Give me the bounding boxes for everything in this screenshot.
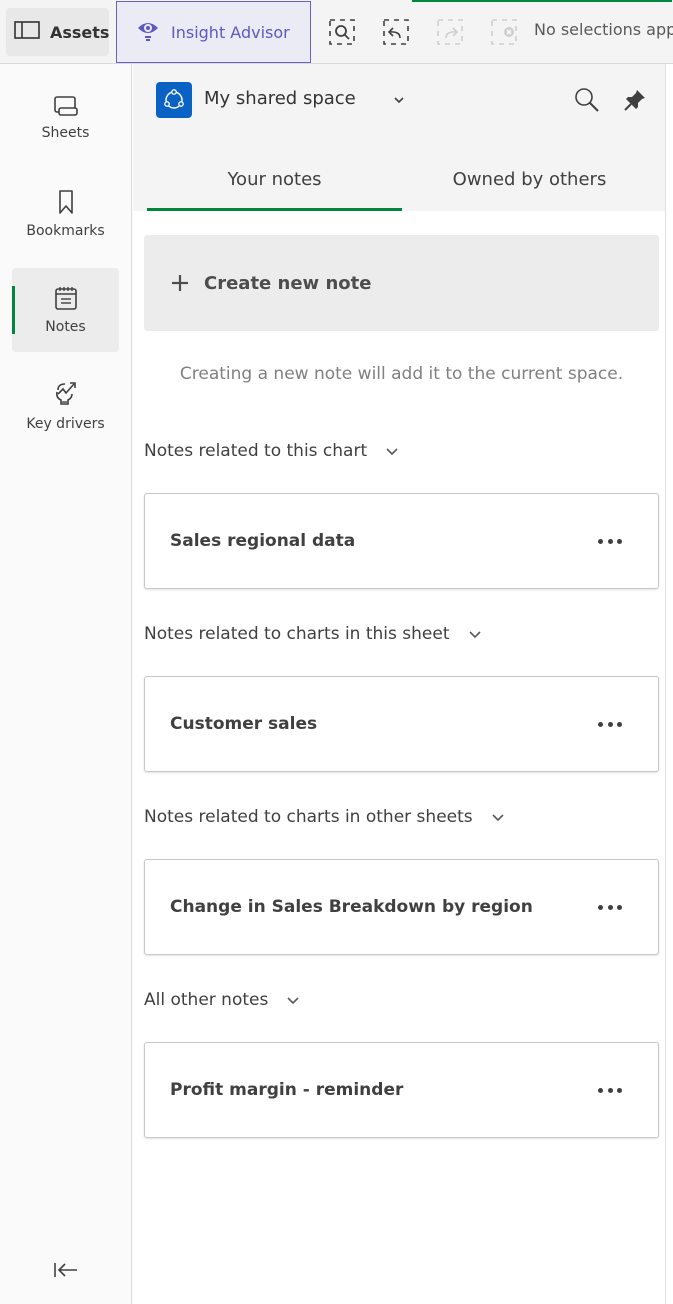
- space-name[interactable]: My shared space: [204, 88, 356, 109]
- more-options-button[interactable]: [598, 715, 622, 733]
- more-options-button[interactable]: [598, 1081, 622, 1099]
- dot: [598, 1087, 603, 1093]
- step-forward-icon: [437, 19, 463, 45]
- dot: [607, 904, 613, 910]
- panel-toggle-icon: [14, 20, 40, 44]
- section-title: Notes related to charts in this sheet: [144, 624, 450, 644]
- note-title: Sales regional data: [170, 531, 356, 551]
- tab-your-notes[interactable]: Your notes: [147, 148, 402, 211]
- assets-label: Assets: [50, 22, 110, 42]
- key-drivers-icon: [55, 382, 76, 405]
- note-title: Profit margin - reminder: [170, 1080, 404, 1100]
- clear-selections-button[interactable]: [490, 18, 518, 46]
- top-toolbar: Assets Insight Advisor No selections app…: [0, 0, 673, 64]
- collapse-sidebar-button[interactable]: [52, 1258, 80, 1282]
- section-title: All other notes: [144, 990, 269, 1010]
- create-hint-text: Creating a new note will add it to the c…: [179, 364, 624, 384]
- pin-icon: [624, 90, 645, 111]
- step-back-icon: [383, 19, 409, 45]
- note-title: Change in Sales Breakdown by region: [170, 897, 533, 917]
- chevron-down-icon: [286, 996, 300, 1005]
- space-selector-button[interactable]: [391, 90, 407, 110]
- selection-status: No selections appl: [534, 20, 673, 39]
- dot: [617, 904, 622, 910]
- chevron-down-icon: [491, 813, 505, 822]
- insight-advisor-button[interactable]: Insight Advisor: [116, 1, 311, 63]
- bookmark-icon: [58, 190, 73, 214]
- step-forward-button[interactable]: [436, 18, 464, 46]
- smart-search-button[interactable]: [328, 18, 356, 46]
- insight-advisor-icon: [135, 17, 161, 47]
- more-options-button[interactable]: [598, 898, 622, 916]
- sidebar-item-notes[interactable]: Notes: [12, 268, 119, 352]
- note-item[interactable]: Sales regional data: [144, 493, 659, 589]
- sidebar-item-label: Notes: [45, 319, 86, 335]
- section-header-this-sheet[interactable]: Notes related to charts in this sheet: [144, 624, 482, 644]
- collapse-left-icon: [54, 1263, 77, 1277]
- notes-panel-header: My shared space Your notes Owned by othe…: [133, 64, 665, 211]
- note-item[interactable]: Profit margin - reminder: [144, 1042, 659, 1138]
- panel-divider: [665, 64, 666, 1304]
- dot: [598, 904, 603, 910]
- selection-indicator-strip: [412, 0, 672, 2]
- chevron-down-icon: [385, 447, 399, 456]
- note-item[interactable]: Customer sales: [144, 676, 659, 772]
- note-item[interactable]: Change in Sales Breakdown by region: [144, 859, 659, 955]
- pin-panel-button[interactable]: [623, 88, 647, 112]
- sidebar-item-key-drivers[interactable]: Key drivers: [12, 364, 119, 448]
- section-title: Notes related to this chart: [144, 441, 368, 461]
- step-back-button[interactable]: [382, 18, 410, 46]
- section-header-all-other[interactable]: All other notes: [144, 990, 300, 1010]
- note-title: Customer sales: [170, 714, 318, 734]
- sidebar-item-label: Key drivers: [26, 416, 105, 432]
- more-options-button[interactable]: [598, 532, 622, 550]
- dot: [617, 538, 622, 544]
- plus-icon: [172, 275, 188, 291]
- dot: [607, 1087, 613, 1093]
- search-notes-button[interactable]: [573, 86, 601, 114]
- sidebar-item-bookmarks[interactable]: Bookmarks: [12, 172, 119, 256]
- clear-selections-icon: [491, 19, 517, 45]
- dot: [598, 721, 603, 727]
- assets-sidebar: Sheets Bookmarks Notes Key drivers: [0, 64, 132, 1304]
- dot: [617, 721, 622, 727]
- insight-advisor-label: Insight Advisor: [171, 22, 290, 42]
- chevron-down-icon: [468, 630, 482, 639]
- create-new-note-label: Create new note: [204, 272, 372, 294]
- smart-search-icon: [329, 19, 355, 45]
- chevron-down-icon: [394, 97, 404, 104]
- sidebar-item-label: Bookmarks: [26, 223, 105, 239]
- section-header-this-chart[interactable]: Notes related to this chart: [144, 441, 399, 461]
- dot: [607, 721, 613, 727]
- notes-icon: [54, 287, 77, 310]
- search-icon: [575, 88, 599, 112]
- dot: [617, 1087, 622, 1093]
- create-new-note-button[interactable]: Create new note: [144, 235, 659, 331]
- dot: [598, 538, 603, 544]
- section-title: Notes related to charts in other sheets: [144, 807, 473, 827]
- dot: [607, 538, 613, 544]
- sidebar-item-sheets[interactable]: Sheets: [12, 76, 119, 160]
- space-icon: [156, 82, 192, 118]
- assets-button[interactable]: Assets: [6, 8, 109, 56]
- section-header-other-sheets[interactable]: Notes related to charts in other sheets: [144, 807, 505, 827]
- sidebar-item-label: Sheets: [41, 125, 90, 141]
- tab-owned-by-others[interactable]: Owned by others: [402, 148, 657, 211]
- sheets-icon: [53, 96, 78, 116]
